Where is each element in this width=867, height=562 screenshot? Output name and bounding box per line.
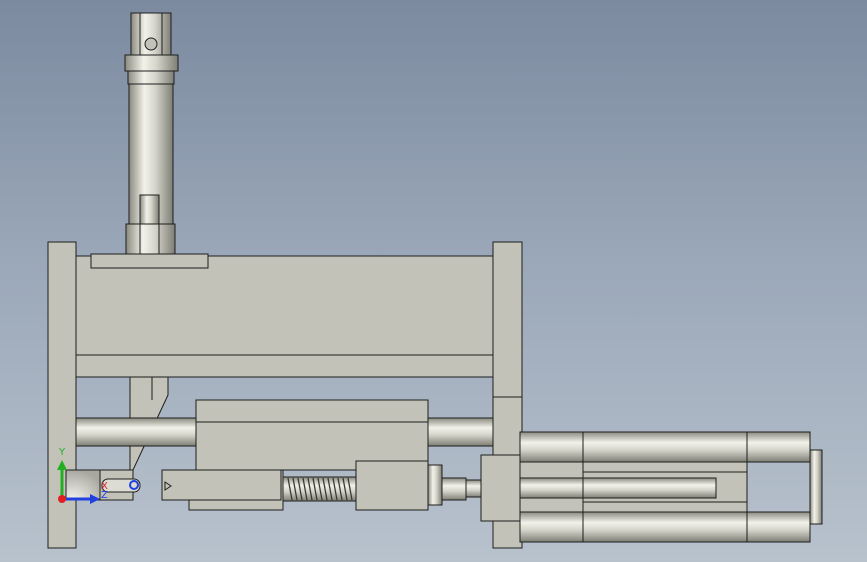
screw-nut-block bbox=[355, 460, 429, 511]
cylinder-base bbox=[125, 223, 176, 256]
slider-top bbox=[195, 399, 429, 423]
triad-label-x: X bbox=[101, 481, 108, 492]
horizontal-cylinder[interactable] bbox=[480, 431, 823, 543]
cylinder-neck bbox=[127, 70, 175, 85]
cylinder-front-flange bbox=[480, 454, 524, 522]
inner-piston-rod bbox=[519, 477, 717, 499]
tie-rod-top bbox=[519, 431, 811, 463]
triad-label-y: Y bbox=[58, 447, 66, 458]
cad-viewport[interactable]: Y Z X bbox=[0, 0, 867, 562]
main-frame[interactable] bbox=[47, 241, 523, 549]
triad-x-axis bbox=[58, 495, 66, 503]
guide-rod-right bbox=[427, 417, 494, 447]
clevis-pin-hole bbox=[144, 37, 158, 51]
main-body-block bbox=[75, 255, 494, 356]
assembly-drawing[interactable]: Y Z X bbox=[0, 0, 867, 562]
screw-collar bbox=[441, 477, 467, 501]
body-lower-rail bbox=[75, 354, 494, 378]
tie-rod-bottom bbox=[519, 511, 811, 543]
cylinder-key bbox=[139, 194, 160, 226]
lock-nut bbox=[427, 464, 443, 506]
vertical-cylinder[interactable] bbox=[124, 12, 179, 256]
push-block bbox=[161, 469, 282, 501]
corner-block bbox=[65, 469, 101, 501]
cylinder-end-cap bbox=[809, 449, 823, 525]
cylinder-mount-plate bbox=[90, 253, 209, 269]
cylinder-top-cap bbox=[124, 54, 179, 72]
guide-rod-left bbox=[75, 417, 197, 447]
